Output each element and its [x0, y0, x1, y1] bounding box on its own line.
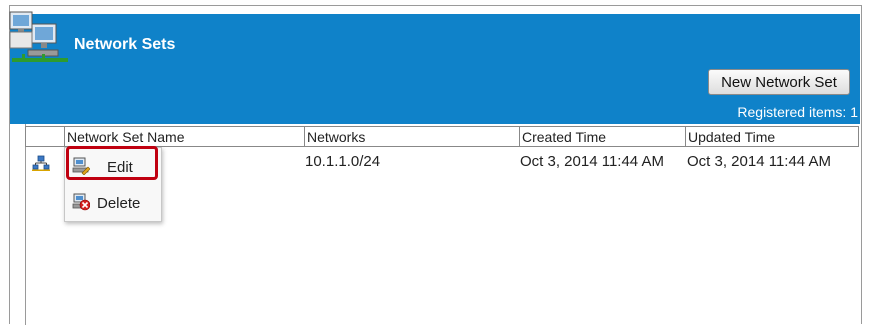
column-header-created[interactable]: Created Time: [519, 127, 685, 146]
page-title: Network Sets: [74, 36, 176, 53]
cell-created-time: Oct 3, 2014 11:44 AM: [520, 153, 664, 170]
table-header: Network Set Name Networks Created Time U…: [25, 126, 859, 147]
column-header-selector: [26, 127, 64, 146]
row-selector-column: [10, 124, 26, 325]
new-network-set-button[interactable]: New Network Set: [708, 69, 850, 95]
registered-items-count: Registered items: 1: [737, 104, 858, 120]
cell-networks: 10.1.1.0/24: [305, 153, 381, 170]
context-menu-delete-label: Delete: [97, 195, 141, 212]
delete-network-icon: [72, 193, 90, 211]
network-set-row-icon: [32, 155, 50, 171]
cell-updated-time: Oct 3, 2014 11:44 AM: [687, 153, 831, 170]
column-header-networks[interactable]: Networks: [304, 127, 519, 146]
network-computers-icon: [9, 11, 68, 62]
column-header-name[interactable]: Network Set Name: [64, 127, 304, 146]
edit-highlight-box: [66, 146, 158, 180]
column-header-updated[interactable]: Updated Time: [685, 127, 859, 146]
context-menu-delete[interactable]: Delete: [65, 186, 161, 218]
